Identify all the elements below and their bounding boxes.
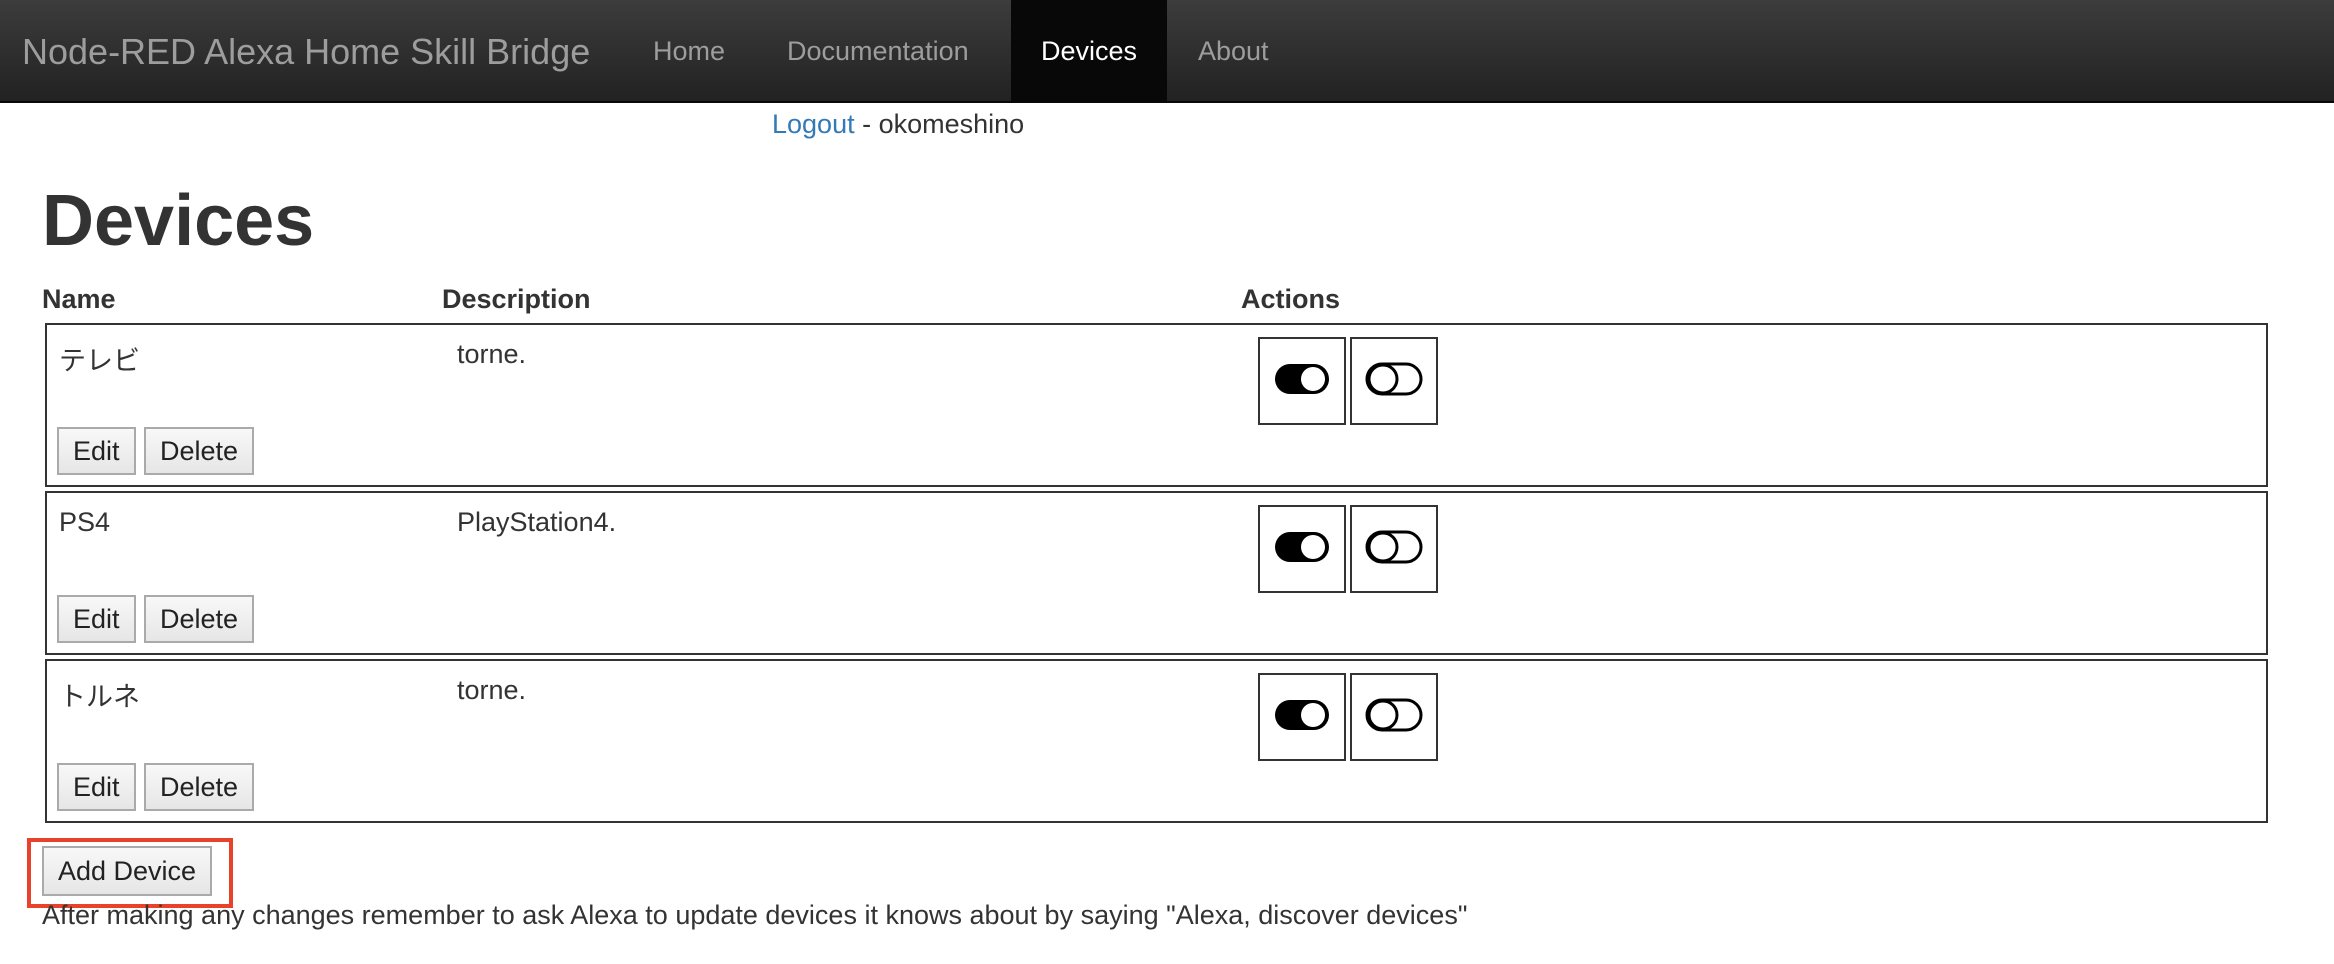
toggle-off-icon: [1365, 362, 1423, 401]
toggle-off-icon: [1365, 698, 1423, 737]
header-name: Name: [42, 284, 116, 314]
device-name: テレビ: [59, 346, 140, 376]
delete-button[interactable]: Delete: [144, 595, 255, 643]
logout-link[interactable]: Logout: [772, 109, 855, 139]
edit-button[interactable]: Edit: [57, 427, 136, 475]
toggle-on-icon: [1273, 362, 1331, 401]
nav-documentation[interactable]: Documentation: [757, 0, 999, 101]
username: okomeshino: [878, 109, 1025, 139]
toggle-on-icon: [1273, 698, 1331, 737]
toggle-on-icon: [1273, 530, 1331, 569]
device-description: torne.: [457, 675, 527, 705]
device-description: torne.: [457, 339, 527, 369]
device-row: PS4 PlayStation4. Edit Delete: [45, 491, 2268, 655]
device-row: トルネ torne. Edit Delete: [45, 659, 2268, 823]
header-description: Description: [442, 284, 591, 314]
header-actions: Actions: [1241, 284, 1341, 314]
device-name: トルネ: [59, 682, 140, 712]
delete-button[interactable]: Delete: [144, 427, 255, 475]
nav-about[interactable]: About: [1168, 0, 1299, 101]
toggle-off-icon: [1365, 530, 1423, 569]
add-device-button[interactable]: Add Device: [42, 846, 213, 896]
footer-note: After making any changes remember to ask…: [42, 900, 1468, 930]
device-name: PS4: [59, 507, 111, 537]
user-bar: Logout - okomeshino: [772, 104, 1024, 144]
device-description: PlayStation4.: [457, 507, 617, 537]
turn-off-button[interactable]: [1350, 505, 1438, 593]
page-title: Devices: [42, 181, 315, 261]
turn-on-button[interactable]: [1258, 337, 1346, 425]
turn-off-button[interactable]: [1350, 337, 1438, 425]
turn-on-button[interactable]: [1258, 673, 1346, 761]
delete-button[interactable]: Delete: [144, 763, 255, 811]
nav-devices[interactable]: Devices: [1011, 0, 1167, 101]
turn-on-button[interactable]: [1258, 505, 1346, 593]
separator: -: [854, 109, 879, 139]
nav-home[interactable]: Home: [623, 0, 755, 101]
device-row: テレビ torne. Edit Delete: [45, 323, 2268, 487]
turn-off-button[interactable]: [1350, 673, 1438, 761]
navbar: Node-RED Alexa Home Skill Bridge Home Do…: [0, 0, 2334, 103]
brand-link[interactable]: Node-RED Alexa Home Skill Bridge: [22, 0, 590, 103]
edit-button[interactable]: Edit: [57, 595, 136, 643]
edit-button[interactable]: Edit: [57, 763, 136, 811]
